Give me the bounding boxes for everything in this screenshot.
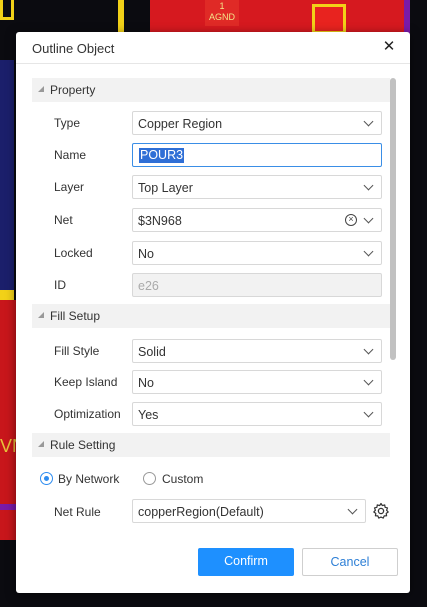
by-network-radio[interactable] — [40, 472, 53, 485]
section-rule-setting[interactable]: Rule Setting — [32, 433, 390, 457]
chevron-down-icon — [363, 213, 374, 224]
net-rule-label: Net Rule — [54, 505, 101, 519]
section-label: Fill Setup — [50, 309, 101, 323]
layer-select[interactable]: Top Layer — [132, 175, 382, 199]
keep-island-select[interactable]: No — [132, 370, 382, 394]
collapse-triangle-icon — [38, 441, 44, 447]
chevron-down-icon — [347, 504, 358, 515]
id-label: ID — [54, 278, 66, 292]
keep-island-label: Keep Island — [54, 375, 118, 389]
section-label: Property — [50, 83, 96, 97]
pad-label: 1 AGND — [205, 0, 239, 26]
pcb-track — [0, 290, 14, 300]
confirm-button[interactable]: Confirm — [198, 548, 294, 576]
pcb-region — [0, 60, 14, 290]
gear-icon[interactable] — [372, 502, 390, 520]
net-rule-value: copperRegion(Default) — [138, 505, 264, 519]
layer-value: Top Layer — [138, 181, 193, 195]
chevron-down-icon — [363, 180, 374, 191]
section-fill-setup[interactable]: Fill Setup — [32, 304, 390, 328]
id-value: e26 — [138, 279, 159, 293]
copper-pour — [150, 0, 410, 36]
layer-label: Layer — [54, 180, 85, 194]
pad-number: 1 — [219, 1, 225, 11]
locked-label: Locked — [54, 246, 93, 260]
locked-value: No — [138, 247, 154, 261]
optimization-select[interactable]: Yes — [132, 402, 382, 426]
chevron-down-icon — [363, 116, 374, 127]
id-field: e26 — [132, 273, 382, 297]
by-network-label[interactable]: By Network — [58, 472, 119, 486]
chevron-down-icon — [363, 344, 374, 355]
scrollbar-thumb[interactable] — [390, 78, 396, 360]
fill-style-select[interactable]: Solid — [132, 339, 382, 363]
pad-net: AGND — [208, 12, 235, 22]
pcb-track — [118, 0, 124, 34]
cancel-button[interactable]: Cancel — [302, 548, 398, 576]
optimization-label: Optimization — [54, 407, 121, 421]
keep-island-value: No — [138, 376, 154, 390]
chevron-down-icon — [363, 246, 374, 257]
net-value: $3N968 — [138, 214, 182, 228]
fill-style-value: Solid — [138, 345, 166, 359]
dialog-title: Outline Object — [32, 41, 115, 56]
net-select[interactable]: $3N968 × — [132, 208, 382, 232]
name-label: Name — [54, 148, 87, 162]
net-label: Net — [54, 213, 73, 227]
pcb-pad — [312, 4, 346, 34]
section-property[interactable]: Property — [32, 78, 390, 102]
locked-select[interactable]: No — [132, 241, 382, 265]
vertical-scrollbar[interactable] — [389, 78, 397, 528]
name-value: POUR3 — [139, 148, 185, 163]
optimization-value: Yes — [138, 408, 159, 422]
pcb-track — [0, 0, 14, 20]
outline-object-dialog: Outline Object ✕ Property Type Copper Re… — [16, 32, 410, 593]
clear-icon[interactable]: × — [345, 214, 357, 226]
collapse-triangle-icon — [38, 86, 44, 92]
section-label: Rule Setting — [50, 438, 116, 452]
type-select[interactable]: Copper Region — [132, 111, 382, 135]
name-input[interactable]: POUR3 — [132, 143, 382, 167]
type-label: Type — [54, 116, 81, 130]
net-rule-select[interactable]: copperRegion(Default) — [132, 499, 366, 523]
chevron-down-icon — [363, 375, 374, 386]
custom-label[interactable]: Custom — [162, 472, 203, 486]
close-icon[interactable]: ✕ — [380, 38, 398, 56]
custom-radio[interactable] — [143, 472, 156, 485]
fill-style-label: Fill Style — [54, 344, 100, 358]
dialog-content[interactable]: Property Type Copper Region Name POUR3 L… — [32, 78, 390, 532]
dialog-header: Outline Object ✕ — [16, 32, 410, 64]
chevron-down-icon — [363, 407, 374, 418]
type-value: Copper Region — [138, 117, 223, 131]
collapse-triangle-icon — [38, 312, 44, 318]
